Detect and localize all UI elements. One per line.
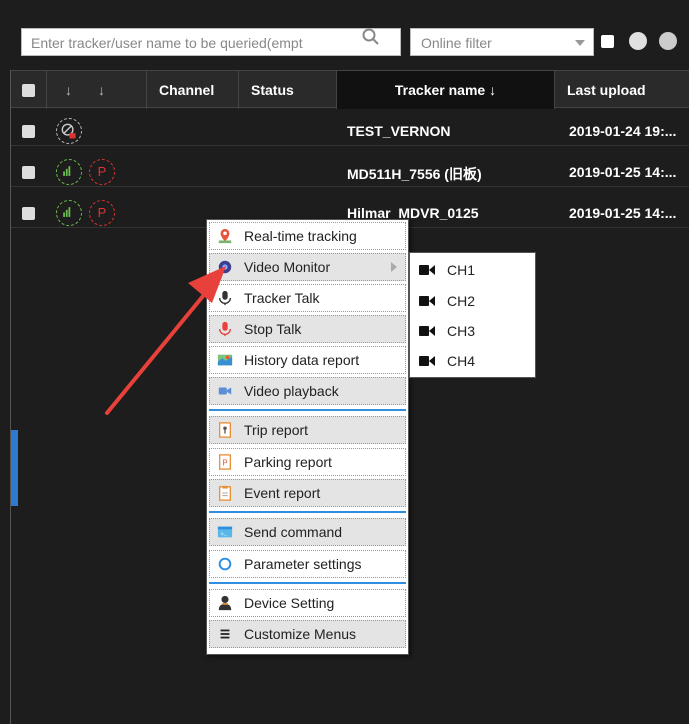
channel-label: CH4 xyxy=(447,353,476,369)
map-pin-icon xyxy=(216,227,234,245)
camera-icon xyxy=(419,264,435,276)
row-checkbox[interactable] xyxy=(22,166,35,179)
parking-report-icon: P xyxy=(216,453,234,471)
menu-item-event-report[interactable]: Event report xyxy=(209,479,406,507)
circle-icon xyxy=(216,555,234,573)
event-report-icon xyxy=(216,484,234,502)
chevron-right-icon xyxy=(391,262,397,272)
svg-text:>_: >_ xyxy=(221,532,228,538)
menu-divider xyxy=(209,582,406,584)
offline-icon xyxy=(56,118,82,144)
select-all-checkbox-cell[interactable] xyxy=(11,71,47,109)
table-row[interactable]: TEST_VERNON 2019-01-24 19:... xyxy=(11,115,689,146)
table-header: ↓ ↓ Channel Status Tracker name ↓ Last u… xyxy=(11,70,689,109)
terminal-icon: >_ xyxy=(216,523,234,541)
menu-item-stop-talk[interactable]: Stop Talk xyxy=(209,315,406,343)
menu-item-label: Trip report xyxy=(244,422,309,438)
chevron-down-icon xyxy=(575,40,585,46)
channel-label: CH3 xyxy=(447,323,476,339)
column-tracker-name[interactable]: Tracker name ↓ xyxy=(337,71,555,109)
trip-report-icon xyxy=(216,421,234,439)
microphone-icon xyxy=(216,289,234,307)
channel-label: CH1 xyxy=(447,262,476,278)
grid-icon[interactable] xyxy=(659,32,677,50)
camera-icon xyxy=(419,325,435,337)
menu-item-tracker-talk[interactable]: Tracker Talk xyxy=(209,284,406,312)
online-filter-select[interactable]: Online filter xyxy=(410,28,594,56)
channel-label: CH2 xyxy=(447,293,476,309)
submenu-item-ch2[interactable]: CH2 xyxy=(413,287,532,315)
menu-item-video-monitor[interactable]: Video Monitor xyxy=(209,253,406,281)
menu-item-label: Send command xyxy=(244,524,343,540)
menu-item-label: Stop Talk xyxy=(244,321,302,337)
microphone-red-icon xyxy=(216,320,234,338)
previous-icon[interactable] xyxy=(629,32,647,50)
menu-item-send-command[interactable]: >_ Send command xyxy=(209,518,406,546)
toolbar: Enter tracker/user name to be queried(em… xyxy=(12,22,689,66)
parking-icon: P xyxy=(89,159,115,185)
menu-item-history-data-report[interactable]: History data report xyxy=(209,346,406,374)
menu-item-label: Event report xyxy=(244,485,321,501)
toolbar-checkbox[interactable] xyxy=(601,35,614,48)
menu-item-label: Real-time tracking xyxy=(244,228,357,244)
video-camera-icon xyxy=(216,382,234,400)
submenu-item-ch4[interactable]: CH4 xyxy=(413,347,532,375)
map-report-icon xyxy=(216,351,234,369)
menu-item-label: Customize Menus xyxy=(244,626,357,642)
camera-icon xyxy=(419,295,435,307)
table-row[interactable]: P MD511H_7556 (旧板) 2019-01-25 14:... xyxy=(11,156,689,187)
menu-item-label: History data report xyxy=(244,352,360,368)
menu-item-label: Tracker Talk xyxy=(244,290,320,306)
side-collapse-tab[interactable] xyxy=(11,430,18,506)
svg-text:P: P xyxy=(222,459,227,468)
tracker-search-input[interactable]: Enter tracker/user name to be queried(em… xyxy=(21,28,401,56)
signal-icon xyxy=(56,159,82,185)
tracker-name: TEST_VERNON xyxy=(347,123,451,139)
parking-icon: P xyxy=(89,200,115,226)
select-all-checkbox[interactable] xyxy=(22,83,35,97)
column-status[interactable]: Status xyxy=(239,71,337,109)
menu-item-parameter-settings[interactable]: Parameter settings xyxy=(209,550,406,578)
menu-item-video-playback[interactable]: Video playback xyxy=(209,377,406,405)
menu-item-label: Device Setting xyxy=(244,595,335,611)
signal-icon xyxy=(56,200,82,226)
sort-header[interactable]: ↓ ↓ xyxy=(47,71,147,109)
search-icon[interactable] xyxy=(361,27,381,47)
last-upload: 2019-01-25 14:... xyxy=(569,205,677,221)
context-menu: Real-time tracking Video Monitor Tracker… xyxy=(206,219,409,655)
menu-item-parking-report[interactable]: P Parking report xyxy=(209,448,406,476)
list-icon xyxy=(216,625,234,643)
tracker-name: MD511H_7556 (旧板) xyxy=(347,166,482,182)
menu-divider xyxy=(209,511,406,513)
last-upload: 2019-01-25 14:... xyxy=(569,164,677,180)
column-channel[interactable]: Channel xyxy=(147,71,239,109)
sort-arrow-icon[interactable]: ↓ xyxy=(65,82,72,98)
camera-icon xyxy=(419,355,435,367)
submenu-item-ch3[interactable]: CH3 xyxy=(413,317,532,345)
column-last-upload[interactable]: Last upload xyxy=(555,71,689,109)
menu-item-real-time-tracking[interactable]: Real-time tracking xyxy=(209,222,406,250)
menu-divider xyxy=(209,409,406,411)
user-settings-icon xyxy=(216,594,234,612)
menu-item-label: Parking report xyxy=(244,454,332,470)
menu-item-trip-report[interactable]: Trip report xyxy=(209,416,406,444)
menu-item-device-setting[interactable]: Device Setting xyxy=(209,589,406,617)
row-checkbox[interactable] xyxy=(22,207,35,220)
menu-item-customize-menus[interactable]: Customize Menus xyxy=(209,620,406,648)
last-upload: 2019-01-24 19:... xyxy=(569,123,677,139)
menu-item-label: Parameter settings xyxy=(244,556,362,572)
webcam-icon xyxy=(216,258,234,276)
menu-item-label: Video Monitor xyxy=(244,259,331,275)
row-checkbox[interactable] xyxy=(22,125,35,138)
video-monitor-submenu: CH1 CH2 CH3 CH4 xyxy=(409,252,536,378)
online-filter-value: Online filter xyxy=(421,35,492,51)
submenu-item-ch1[interactable]: CH1 xyxy=(413,256,532,284)
sort-arrow-icon[interactable]: ↓ xyxy=(98,82,105,98)
menu-item-label: Video playback xyxy=(244,383,339,399)
